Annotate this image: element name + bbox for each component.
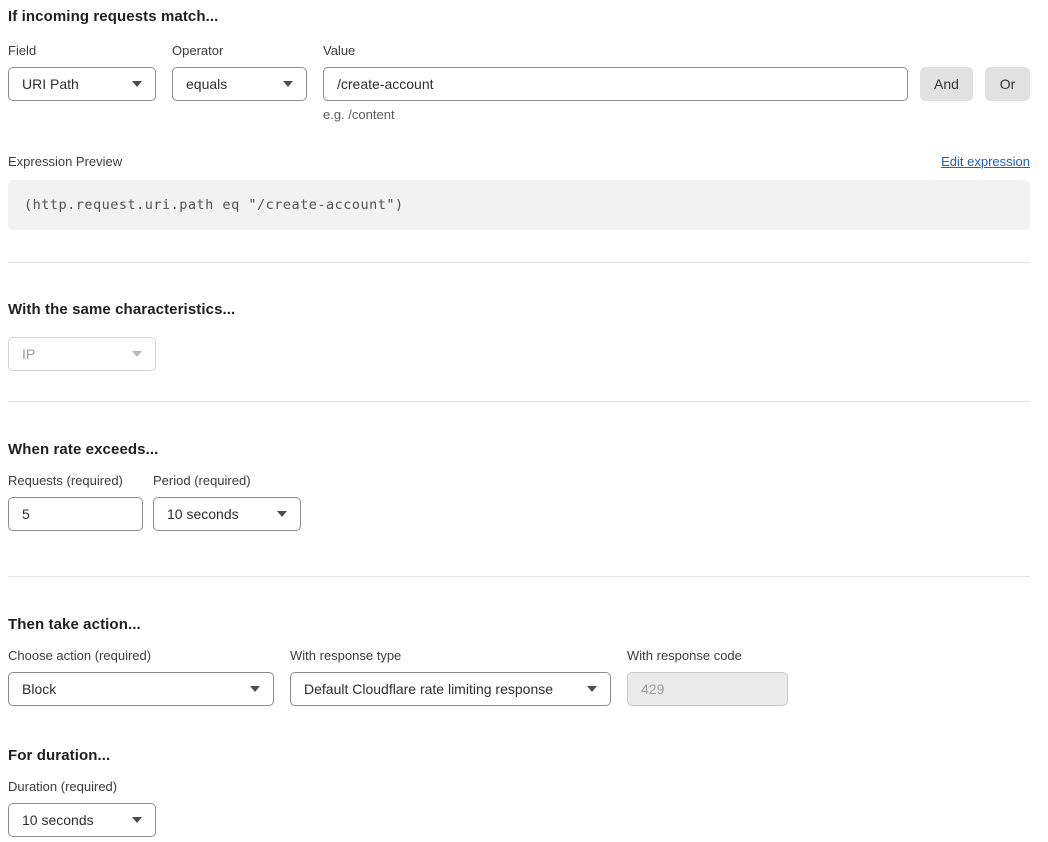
duration-group: Duration (required) 10 seconds bbox=[8, 779, 156, 837]
rate-row: Requests (required) Period (required) 10… bbox=[8, 473, 1030, 531]
chevron-down-icon bbox=[250, 686, 260, 692]
value-label: Value bbox=[323, 43, 908, 59]
operator-select[interactable]: equals bbox=[172, 67, 307, 101]
characteristic-select: IP bbox=[8, 337, 156, 371]
duration-section-title: For duration... bbox=[8, 747, 1030, 764]
chevron-down-icon bbox=[132, 351, 142, 357]
expression-text: (http.request.uri.path eq "/create-accou… bbox=[24, 197, 404, 213]
operator-select-value: equals bbox=[186, 76, 227, 92]
characteristics-section: With the same characteristics... IP bbox=[8, 301, 1030, 371]
section-divider bbox=[8, 262, 1030, 263]
period-label: Period (required) bbox=[153, 473, 301, 489]
response-code-group: With response code bbox=[627, 648, 788, 706]
match-section: If incoming requests match... Field URI … bbox=[8, 8, 1030, 230]
period-group: Period (required) 10 seconds bbox=[153, 473, 301, 531]
response-code-input bbox=[627, 672, 788, 706]
characteristics-section-title: With the same characteristics... bbox=[8, 301, 1030, 318]
chevron-down-icon bbox=[587, 686, 597, 692]
duration-select-value: 10 seconds bbox=[22, 812, 94, 828]
response-code-label: With response code bbox=[627, 648, 788, 664]
action-section-title: Then take action... bbox=[8, 616, 1030, 633]
expression-preview-box: (http.request.uri.path eq "/create-accou… bbox=[8, 180, 1030, 230]
requests-input[interactable] bbox=[8, 497, 143, 531]
response-type-group: With response type Default Cloudflare ra… bbox=[290, 648, 611, 706]
field-select[interactable]: URI Path bbox=[8, 67, 156, 101]
operator-group: Operator equals bbox=[172, 43, 307, 101]
edit-expression-link[interactable]: Edit expression bbox=[941, 154, 1030, 169]
expression-preview-label: Expression Preview bbox=[8, 154, 122, 169]
rate-section: When rate exceeds... Requests (required)… bbox=[8, 441, 1030, 531]
value-input[interactable] bbox=[323, 67, 908, 101]
response-type-label: With response type bbox=[290, 648, 611, 664]
duration-select[interactable]: 10 seconds bbox=[8, 803, 156, 837]
requests-group: Requests (required) bbox=[8, 473, 143, 531]
match-condition-row: Field URI Path Operator equals Value e.g… bbox=[8, 43, 1030, 122]
or-button[interactable]: Or bbox=[985, 67, 1030, 101]
chevron-down-icon bbox=[283, 81, 293, 87]
choose-action-select[interactable]: Block bbox=[8, 672, 274, 706]
choose-action-group: Choose action (required) Block bbox=[8, 648, 274, 706]
match-section-title: If incoming requests match... bbox=[8, 8, 1030, 25]
expression-preview-header: Expression Preview Edit expression bbox=[8, 154, 1030, 169]
conjunction-buttons: And Or bbox=[920, 67, 1030, 101]
choose-action-label: Choose action (required) bbox=[8, 648, 274, 664]
chevron-down-icon bbox=[132, 81, 142, 87]
characteristic-select-value: IP bbox=[22, 346, 35, 362]
response-type-select-value: Default Cloudflare rate limiting respons… bbox=[304, 681, 553, 697]
response-type-select[interactable]: Default Cloudflare rate limiting respons… bbox=[290, 672, 611, 706]
period-select[interactable]: 10 seconds bbox=[153, 497, 301, 531]
period-select-value: 10 seconds bbox=[167, 506, 239, 522]
and-button[interactable]: And bbox=[920, 67, 973, 101]
duration-label: Duration (required) bbox=[8, 779, 156, 795]
section-divider bbox=[8, 576, 1030, 577]
action-row: Choose action (required) Block With resp… bbox=[8, 648, 1030, 706]
chevron-down-icon bbox=[132, 817, 142, 823]
value-group: Value e.g. /content bbox=[323, 43, 908, 122]
choose-action-select-value: Block bbox=[22, 681, 56, 697]
chevron-down-icon bbox=[277, 511, 287, 517]
action-section: Then take action... Choose action (requi… bbox=[8, 616, 1030, 706]
field-group: Field URI Path bbox=[8, 43, 156, 101]
operator-label: Operator bbox=[172, 43, 307, 59]
field-label: Field bbox=[8, 43, 156, 59]
section-divider bbox=[8, 401, 1030, 402]
field-select-value: URI Path bbox=[22, 76, 79, 92]
value-hint: e.g. /content bbox=[323, 107, 908, 122]
duration-section: For duration... Duration (required) 10 s… bbox=[8, 747, 1030, 837]
requests-label: Requests (required) bbox=[8, 473, 143, 489]
rate-section-title: When rate exceeds... bbox=[8, 441, 1030, 458]
